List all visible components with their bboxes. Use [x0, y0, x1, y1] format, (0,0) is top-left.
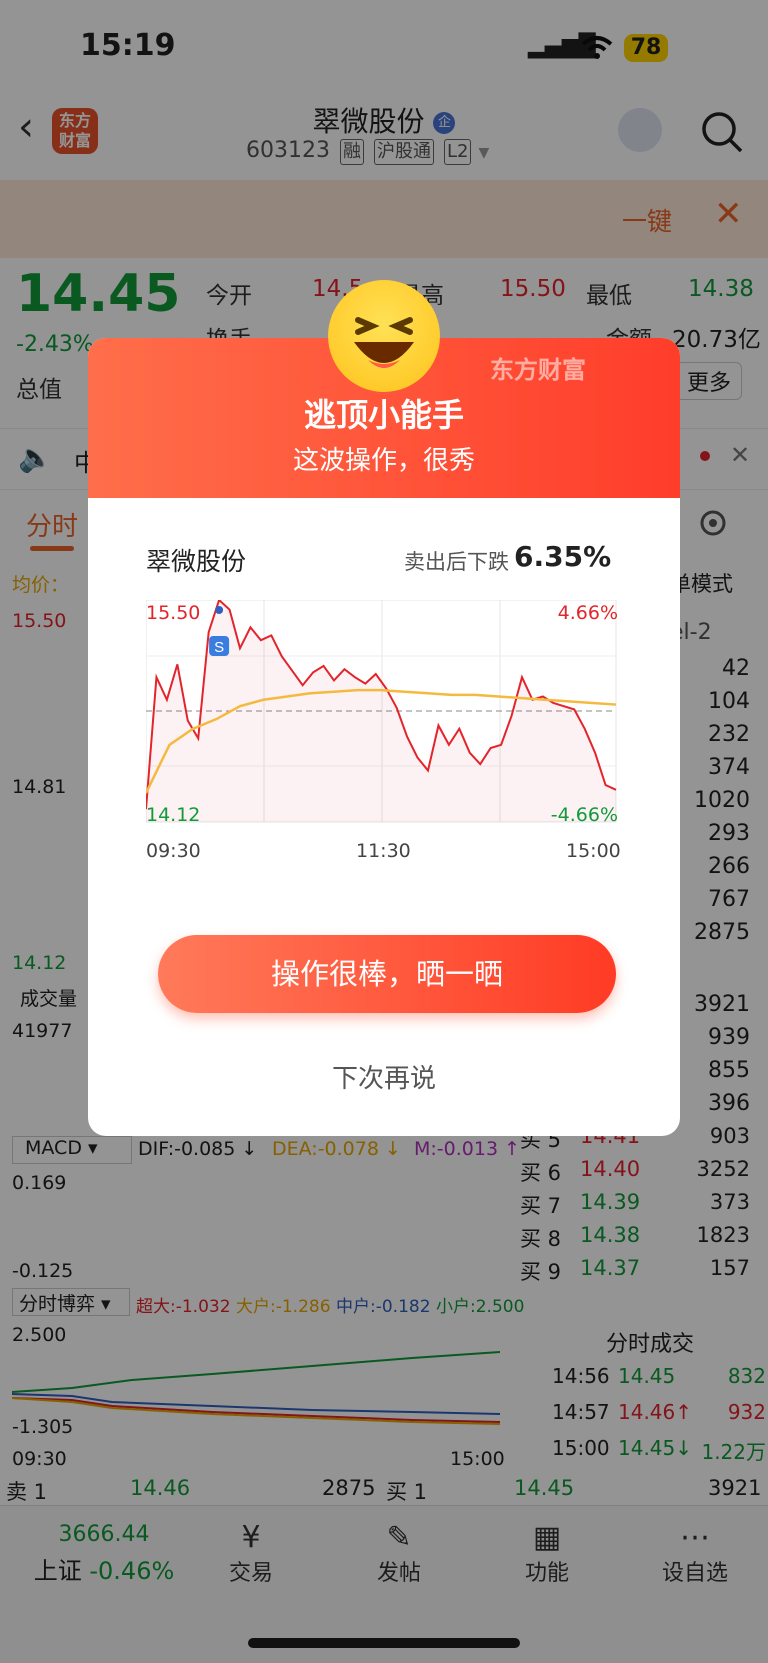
- y-max-label: 15.50: [146, 602, 201, 624]
- achievement-modal: 东方财富 逃顶小能手 这波操作，很秀 翠微股份 卖出后下跌 6.35% S 15…: [88, 338, 680, 1136]
- y-min-label: 14.12: [146, 804, 201, 826]
- mini-price-chart: S: [146, 600, 617, 823]
- share-button[interactable]: 操作很棒，晒一晒: [158, 935, 616, 1013]
- x-tick-label: 15:00: [566, 840, 621, 862]
- modal-title: 逃顶小能手: [303, 396, 464, 434]
- x-tick-label: 09:30: [146, 840, 201, 862]
- price-area: [146, 600, 616, 822]
- sell-point: [215, 606, 224, 614]
- modal-stock-name: 翠微股份: [146, 547, 247, 576]
- modal-subtitle: 这波操作，很秀: [292, 446, 475, 476]
- dismiss-button[interactable]: 下次再说: [88, 1058, 680, 1095]
- laughing-emoji-icon: [328, 280, 440, 392]
- drop-label: 卖出后下跌: [404, 550, 509, 574]
- sell-marker-label: S: [214, 639, 224, 656]
- home-indicator: [248, 1638, 520, 1648]
- drop-value: 6.35%: [514, 540, 612, 573]
- x-tick-label: 11:30: [356, 840, 411, 862]
- pct-max-label: 4.66%: [557, 602, 618, 624]
- pct-min-label: -4.66%: [550, 804, 618, 826]
- brand-watermark: 东方财富: [490, 356, 586, 384]
